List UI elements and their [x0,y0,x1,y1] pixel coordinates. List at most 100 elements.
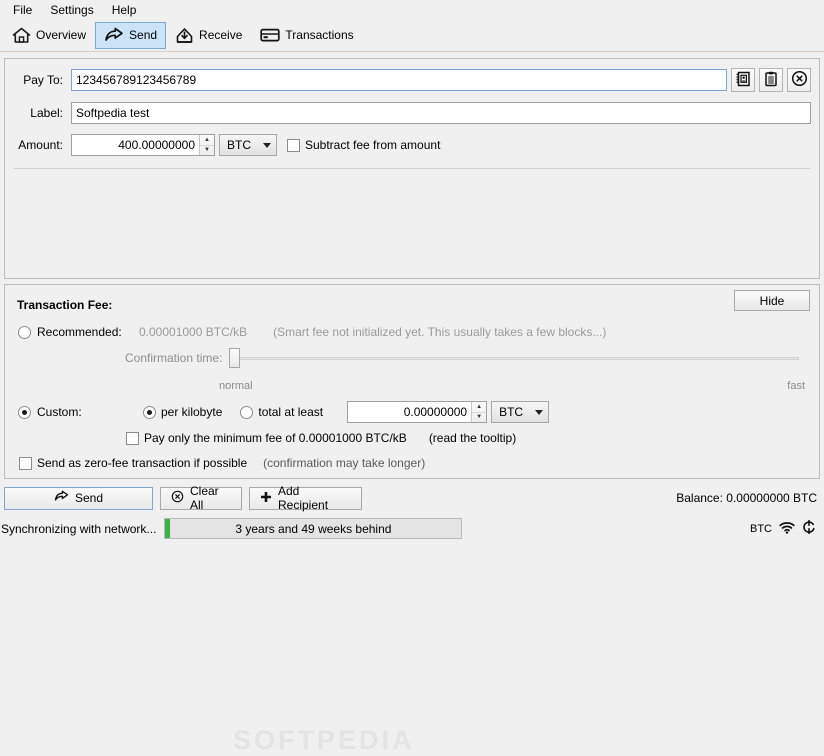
network-signal-icon[interactable] [779,521,795,537]
recommended-label: Recommended: [37,325,122,339]
custom-fee-stepper[interactable]: ▲ ▼ [347,401,488,423]
send-button-label: Send [74,491,104,505]
status-bar-right: BTC [750,519,824,537]
paste-clipboard-icon [763,71,779,90]
transaction-fee-title: Transaction Fee: [17,298,113,312]
minimum-fee-row: Pay only the minimum fee of 0.00001000 B… [126,431,516,445]
paste-clipboard-button[interactable] [759,68,783,92]
amount-spin-arrows[interactable]: ▲ ▼ [199,135,214,155]
spin-down-icon[interactable]: ▼ [200,146,214,156]
per-kilobyte-radio-option[interactable]: per kilobyte [143,405,222,419]
custom-fee-spin-arrows[interactable]: ▲ ▼ [471,402,487,423]
subtract-fee-box[interactable] [287,138,300,152]
sync-arrows-icon[interactable] [802,519,816,537]
chevron-down-icon [263,142,271,148]
tab-transactions[interactable]: Transactions [251,22,362,49]
send-button[interactable]: Send [4,486,153,510]
menu-item-help[interactable]: Help [103,1,146,19]
menu-item-file[interactable]: File [4,1,41,19]
amount-label: Amount: [18,138,63,152]
chevron-down-icon [535,409,544,415]
watermark: SOFTPEDIA [233,725,415,755]
slider-handle[interactable] [229,348,241,368]
clear-button[interactable] [787,68,811,92]
form-divider [14,168,810,169]
tab-receive[interactable]: Receive [166,22,251,49]
add-recipient-label: Add Recipient [278,484,329,512]
amount-unit-value: BTC [227,138,251,152]
custom-fee-unit-select[interactable]: BTC [491,401,550,423]
smartfee-note: (Smart fee not initialized yet. This usu… [273,325,607,339]
confirmation-time-slider[interactable] [229,347,805,369]
sync-progress-text: 3 years and 49 weeks behind [235,521,392,536]
recommended-radio[interactable] [18,325,31,339]
spin-down-icon[interactable]: ▼ [472,413,486,423]
tab-receive-label: Receive [199,28,243,42]
tab-transactions-label: Transactions [285,28,354,42]
card-icon [260,27,281,43]
tab-overview[interactable]: Overview [3,22,95,49]
amount-stepper[interactable]: ▲ ▼ [71,134,215,156]
sync-progress-bar: 3 years and 49 weeks behind [164,518,463,539]
transaction-fee-panel: Transaction Fee: Hide Recommended: 0.000… [4,284,820,755]
clear-all-label: Clear All [190,484,219,512]
minimum-fee-label: Pay only the minimum fee of 0.00001000 B… [144,431,407,445]
confirmation-time-label: Confirmation time: [125,351,223,365]
inbox-arrow-icon [175,27,194,44]
progress-fill [165,519,171,538]
slider-min-label: normal [219,380,253,392]
tooltip-note: (read the tooltip) [428,431,517,445]
tab-overview-label: Overview [36,28,87,42]
tab-send-label: Send [129,28,158,42]
label-input[interactable] [71,102,811,124]
amount-unit-select[interactable]: BTC [219,134,277,156]
status-bar: Synchronizing with network... 3 years an… [0,514,824,543]
total-at-least-radio[interactable] [240,405,254,419]
spin-up-icon[interactable]: ▲ [200,135,214,146]
custom-fee-input[interactable] [348,402,472,422]
address-book-button[interactable] [731,68,755,92]
send-arrow-icon [54,490,69,506]
pay-to-input[interactable] [71,69,727,91]
slider-track [237,357,799,360]
clear-circle-x-icon [171,490,184,506]
amount-input[interactable] [72,135,199,155]
per-kilobyte-label: per kilobyte [161,405,223,419]
zero-fee-box[interactable] [19,456,32,470]
amount-row: Amount: ▲ ▼ BTC Subtract fee from amount [5,134,819,156]
subtract-fee-checkbox[interactable]: Subtract fee from amount [287,138,440,152]
custom-radio[interactable] [18,405,31,419]
action-bar: Send Clear All Add Recipient Balance: 0.… [4,484,820,512]
add-recipient-button[interactable]: Add Recipient [249,484,362,512]
zero-fee-note: (confirmation may take longer) [263,456,426,470]
label-field-label: Label: [30,106,63,120]
zero-fee-row: Send as zero-fee transaction if possible… [19,456,425,470]
total-at-least-radio-option[interactable]: total at least [240,405,323,419]
minimum-fee-box[interactable] [126,431,139,445]
pay-to-label: Pay To: [23,73,63,87]
per-kilobyte-radio[interactable] [143,405,156,419]
main-toolbar: Overview Send Receive Transactions [0,19,824,52]
custom-label: Custom: [37,405,82,419]
slider-max-label: fast [787,380,805,392]
recommended-fee-row: Recommended: 0.00001000 BTC/kB (Smart fe… [18,325,606,339]
confirmation-time-row: Confirmation time: [125,347,805,369]
zero-fee-label: Send as zero-fee transaction if possible [37,456,248,470]
minimum-fee-checkbox[interactable]: Pay only the minimum fee of 0.00001000 B… [126,431,407,445]
subtract-fee-label: Subtract fee from amount [305,138,441,152]
custom-fee-row: Custom: per kilobyte total at least ▲ ▼ … [18,401,550,423]
hide-fee-button[interactable]: Hide [734,290,810,311]
spin-up-icon[interactable]: ▲ [472,402,487,413]
send-arrow-icon [104,27,124,44]
home-icon [12,27,31,44]
tab-send[interactable]: Send [95,21,167,49]
slider-marks: normal fast [219,380,805,392]
balance-display: Balance: 0.00000000 BTC [676,491,817,505]
clear-all-button[interactable]: Clear All [160,484,242,512]
custom-fee-unit-value: BTC [499,405,524,419]
address-book-icon [735,71,751,90]
send-form-panel: Pay To: 123456789123456789 Label: Softpe… [4,58,820,279]
status-unit-label: BTC [750,522,772,535]
zero-fee-checkbox[interactable]: Send as zero-fee transaction if possible [19,456,247,470]
menu-item-settings[interactable]: Settings [41,1,102,19]
